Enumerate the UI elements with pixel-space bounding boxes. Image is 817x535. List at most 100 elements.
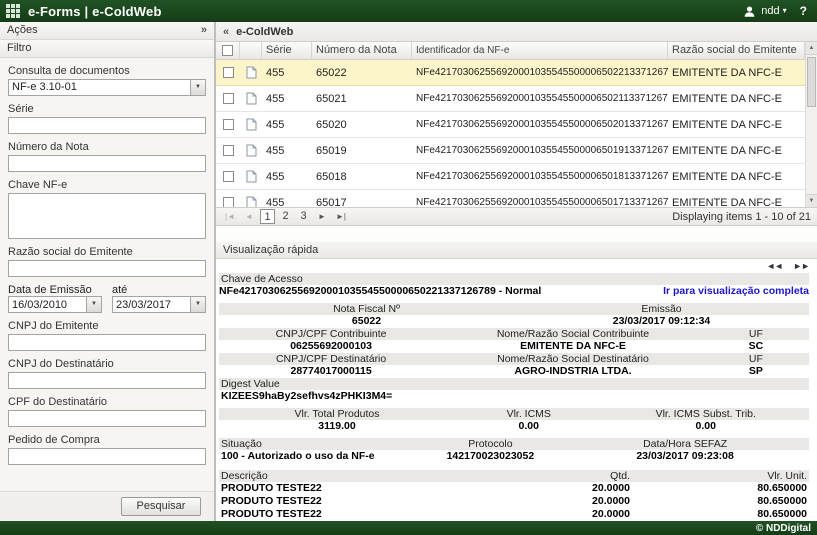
document-type-select[interactable]: NF-e 3.10-01 ▼ bbox=[8, 79, 206, 96]
document-icon[interactable] bbox=[246, 118, 257, 131]
product-row: PRODUTO TESTE22 20.0000 80.650000 bbox=[219, 495, 809, 508]
consulta-label: Consulta de documentos bbox=[8, 65, 206, 77]
produto-vlr: 80.650000 bbox=[632, 482, 809, 495]
page-number-3[interactable]: 3 bbox=[296, 209, 311, 224]
contrib-nome-label: Nome/Razão Social Contribuinte bbox=[443, 328, 703, 340]
scrollbar-thumb[interactable] bbox=[807, 57, 816, 107]
copyright-link[interactable]: © NDDigital bbox=[756, 523, 811, 534]
row-checkbox[interactable] bbox=[223, 197, 234, 207]
table-row[interactable]: 455 65017 NFe421703062556920001035545500… bbox=[216, 190, 805, 207]
page-next-button[interactable]: ► bbox=[314, 209, 330, 224]
document-icon[interactable] bbox=[246, 196, 257, 207]
contrib-nome-value: EMITENTE DA NFC-E bbox=[443, 340, 703, 353]
situacao-label: Situação bbox=[219, 438, 396, 450]
cell-razao: EMITENTE DA NFC-E bbox=[668, 145, 805, 157]
row-checkbox[interactable] bbox=[223, 93, 234, 104]
date-to-dropdown-icon[interactable]: ▼ bbox=[190, 297, 205, 312]
top-bar: e-Forms | e-ColdWeb ndd ▾ ? bbox=[0, 0, 817, 22]
collapse-sidebar-icon[interactable]: « bbox=[223, 26, 229, 38]
scroll-down-icon[interactable]: ▼ bbox=[806, 194, 817, 207]
app-title: e-Forms | e-ColdWeb bbox=[28, 4, 162, 19]
sefaz-value: 23/03/2017 09:23:08 bbox=[585, 450, 786, 463]
dest-uf-label: UF bbox=[703, 353, 809, 365]
nota-fiscal-label: Nota Fiscal Nº bbox=[219, 303, 514, 315]
vlr-total-value: 3119.00 bbox=[219, 420, 455, 433]
chave-acesso-label: Chave de Acesso bbox=[219, 273, 809, 285]
column-header-numero[interactable]: Número da Nota bbox=[312, 42, 412, 59]
dropdown-arrow-icon[interactable]: ▼ bbox=[190, 80, 205, 95]
cell-razao: EMITENTE DA NFC-E bbox=[668, 171, 805, 183]
column-header-serie[interactable]: Série bbox=[262, 42, 312, 59]
page-first-button[interactable]: |◄ bbox=[222, 209, 238, 224]
chave-nfe-textarea[interactable] bbox=[8, 193, 206, 239]
app-menu-grid-icon[interactable] bbox=[6, 4, 20, 18]
date-from-dropdown-icon[interactable]: ▼ bbox=[86, 297, 101, 312]
document-icon[interactable] bbox=[246, 66, 257, 79]
select-all-checkbox[interactable] bbox=[222, 45, 233, 56]
dest-cnpj-label: CNPJ/CPF Destinatário bbox=[219, 353, 443, 365]
panel-spacer bbox=[216, 226, 817, 242]
table-row[interactable]: 455 65020 NFe421703062556920001035545500… bbox=[216, 112, 805, 138]
produto-descricao: PRODUTO TESTE22 bbox=[219, 508, 485, 521]
sefaz-label: Data/Hora SEFAZ bbox=[585, 438, 786, 450]
chevron-down-icon: ▾ bbox=[783, 7, 787, 15]
cpf-destinatario-label: CPF do Destinatário bbox=[8, 396, 206, 408]
razao-emitente-input[interactable] bbox=[8, 260, 206, 277]
column-header-razao[interactable]: Razão social do Emitente bbox=[668, 42, 805, 59]
chave-acesso-value: NFe4217030625569200010355455000065022133… bbox=[219, 285, 541, 298]
document-icon[interactable] bbox=[246, 170, 257, 183]
document-icon[interactable] bbox=[246, 144, 257, 157]
digest-value: KIZEES9haBy2sefhvs4zPHKI3M4= bbox=[219, 390, 809, 403]
cnpj-destinatario-input[interactable] bbox=[8, 372, 206, 389]
table-row[interactable]: 455 65019 NFe421703062556920001035545500… bbox=[216, 138, 805, 164]
cell-numero: 65021 bbox=[312, 93, 412, 105]
filter-section-header: Filtro bbox=[0, 40, 214, 58]
user-menu[interactable]: ndd ▾ bbox=[761, 5, 786, 17]
vertical-scrollbar[interactable]: ▲ ▼ bbox=[805, 42, 817, 207]
pesquisar-button[interactable]: Pesquisar bbox=[121, 497, 201, 516]
numero-nota-input[interactable] bbox=[8, 155, 206, 172]
footer-bar: © NDDigital bbox=[0, 521, 817, 535]
cnpj-emitente-input[interactable] bbox=[8, 334, 206, 351]
produto-descricao-header: Descrição bbox=[219, 470, 485, 482]
page-number-2[interactable]: 2 bbox=[278, 209, 293, 224]
cell-razao: EMITENTE DA NFC-E bbox=[668, 67, 805, 79]
produto-vlr: 80.650000 bbox=[632, 508, 809, 521]
table-row[interactable]: 455 65021 NFe421703062556920001035545500… bbox=[216, 86, 805, 112]
produto-qtd: 20.0000 bbox=[485, 508, 633, 521]
page-last-button[interactable]: ►| bbox=[333, 209, 349, 224]
cpf-destinatario-input[interactable] bbox=[8, 410, 206, 427]
cell-identificador: NFe4217030625569200010355455000065017133… bbox=[412, 197, 668, 207]
cnpj-destinatario-label: CNPJ do Destinatário bbox=[8, 358, 206, 370]
produto-descricao: PRODUTO TESTE22 bbox=[219, 482, 485, 495]
table-row[interactable]: 455 65022 NFe421703062556920001035545500… bbox=[216, 60, 805, 86]
cell-serie: 455 bbox=[262, 67, 312, 79]
contrib-cnpj-label: CNPJ/CPF Contribuinte bbox=[219, 328, 443, 340]
row-checkbox[interactable] bbox=[223, 67, 234, 78]
pedido-compra-input[interactable] bbox=[8, 448, 206, 465]
user-icon bbox=[743, 5, 756, 18]
row-checkbox[interactable] bbox=[223, 119, 234, 130]
page-prev-button[interactable]: ◄ bbox=[241, 209, 257, 224]
table-row[interactable]: 455 65018 NFe421703062556920001035545500… bbox=[216, 164, 805, 190]
column-header-identificador[interactable]: Identificador da NF-e bbox=[412, 42, 668, 59]
row-checkbox[interactable] bbox=[223, 145, 234, 156]
quick-view-panel: ◄◄ ►► Chave de Acesso NFe421703062556920… bbox=[216, 259, 817, 521]
date-from-field: ▼ bbox=[8, 296, 102, 313]
emissao-label: Emissão bbox=[514, 303, 809, 315]
full-view-link[interactable]: Ir para visualização completa bbox=[663, 285, 809, 298]
pagination-status: Displaying items 1 - 10 of 21 bbox=[672, 211, 811, 223]
data-emissao-label: Data de Emissão bbox=[8, 284, 92, 296]
serie-input[interactable] bbox=[8, 117, 206, 134]
collapse-panel-icon[interactable]: » bbox=[201, 22, 207, 39]
page-number-1[interactable]: 1 bbox=[260, 209, 275, 224]
chave-nfe-label: Chave NF-e bbox=[8, 179, 206, 191]
scroll-up-icon[interactable]: ▲ bbox=[806, 42, 817, 55]
nota-fiscal-value: 65022 bbox=[219, 315, 514, 328]
prev-document-icon[interactable]: ◄◄ bbox=[766, 261, 782, 271]
select-all-cell bbox=[216, 42, 240, 59]
row-checkbox[interactable] bbox=[223, 171, 234, 182]
document-icon[interactable] bbox=[246, 92, 257, 105]
help-button[interactable]: ? bbox=[800, 4, 807, 18]
next-document-icon[interactable]: ►► bbox=[793, 261, 809, 271]
